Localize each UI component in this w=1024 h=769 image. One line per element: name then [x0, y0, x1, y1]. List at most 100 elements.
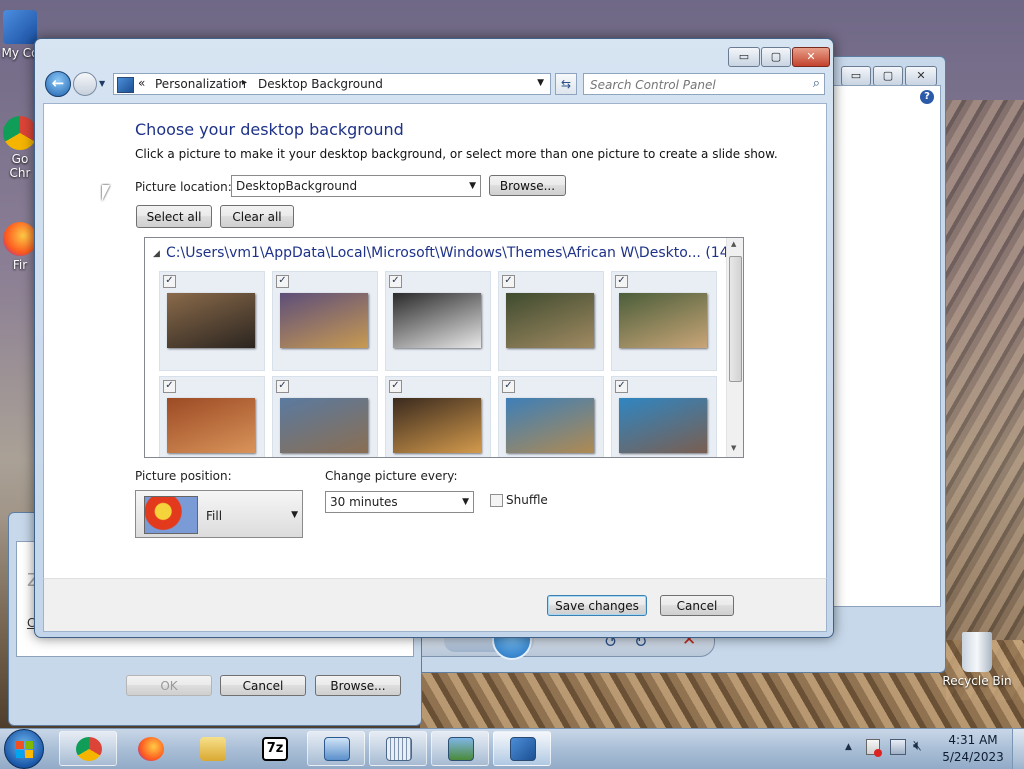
picture-thumbnail-crocodile[interactable]: ✓: [498, 271, 604, 371]
taskbar-photo-viewer[interactable]: [431, 731, 489, 766]
breadcrumb-personalization[interactable]: Personalization: [155, 77, 246, 91]
taskbar-control-panel[interactable]: [493, 731, 551, 766]
picture-checkbox[interactable]: ✓: [163, 380, 176, 393]
picture-checkbox[interactable]: ✓: [502, 275, 515, 288]
search-icon[interactable]: ⌕: [813, 76, 820, 91]
picture-thumbnail-hippo[interactable]: ✓: [611, 376, 717, 457]
breadcrumb-separator-icon[interactable]: ▸: [242, 77, 247, 88]
windows-logo-icon: [16, 750, 24, 758]
position-preview-icon: [144, 496, 198, 534]
shuffle-checkbox[interactable]: [490, 494, 503, 507]
show-desktop-button[interactable]: [1012, 729, 1024, 769]
breadcrumb-desktop-background[interactable]: Desktop Background: [258, 77, 383, 91]
picture-location-select[interactable]: DesktopBackground ▼: [231, 175, 481, 197]
taskbar-chrome[interactable]: [59, 731, 117, 766]
refresh-icon[interactable]: ⇆: [555, 73, 577, 95]
clock-time[interactable]: 4:31 AM: [940, 733, 1006, 747]
windows-logo-icon: [25, 750, 33, 758]
forward-button[interactable]: [73, 72, 97, 96]
back-button[interactable]: ←: [45, 71, 71, 97]
group-header[interactable]: C:\Users\vm1\AppData\Local\Microsoft\Win…: [166, 245, 734, 261]
picture-checkbox[interactable]: ✓: [615, 380, 628, 393]
address-bar[interactable]: « Personalization ▸ Desktop Background ▼: [113, 73, 551, 95]
action-center-icon[interactable]: [866, 739, 882, 757]
change-picture-label: Change picture every:: [325, 469, 458, 483]
7zip-icon: 7z: [262, 737, 288, 761]
close-button[interactable]: ✕: [792, 47, 830, 67]
desktop-icon-label: Recycle Bin: [942, 674, 1012, 688]
scroll-up-icon[interactable]: ▲: [731, 240, 736, 248]
picture-preview: [167, 398, 255, 453]
chevron-down-icon: ▼: [469, 181, 476, 191]
picture-position-label: Picture position:: [135, 469, 232, 483]
picture-thumbnail-elephants[interactable]: ✓: [159, 271, 265, 371]
group-collapse-icon[interactable]: ◢: [153, 249, 160, 259]
taskbar-keyboard[interactable]: [369, 731, 427, 766]
chrome-icon: [76, 737, 102, 761]
recent-pages-chevron-icon[interactable]: ▼: [99, 79, 105, 88]
desktop-icon-label: My Co: [1, 46, 39, 60]
picture-position-select[interactable]: Fill ▼: [135, 490, 303, 538]
search-input[interactable]: [588, 75, 802, 94]
picture-checkbox[interactable]: ✓: [502, 380, 515, 393]
picture-thumbnail-leopard[interactable]: ✓: [159, 376, 265, 457]
picture-preview: [393, 398, 481, 453]
picture-checkbox[interactable]: ✓: [276, 275, 289, 288]
search-box[interactable]: ⌕: [583, 73, 825, 95]
bg-minimize-button[interactable]: ▭: [841, 66, 871, 86]
browse-button[interactable]: Browse...: [489, 175, 566, 196]
desktop-icon-label: Fir: [12, 258, 28, 272]
picture-thumbnail-zebras[interactable]: ✓: [385, 271, 491, 371]
picture-thumbnail-giraffe[interactable]: ✓: [385, 376, 491, 457]
picture-checkbox[interactable]: ✓: [389, 275, 402, 288]
taskbar-7zip[interactable]: 7z: [245, 731, 303, 766]
change-picture-interval-value: 30 minutes: [330, 495, 398, 509]
warning-badge-icon: [874, 749, 882, 757]
address-dropdown-icon[interactable]: ▼: [537, 78, 544, 88]
taskbar-file-explorer[interactable]: [183, 731, 241, 766]
bg-close-button[interactable]: ✕: [905, 66, 937, 86]
bg-ok-button[interactable]: OK: [126, 675, 212, 696]
maximize-button[interactable]: ▢: [761, 47, 791, 67]
select-all-button[interactable]: Select all: [136, 205, 212, 228]
picture-thumbnail-gazelles[interactable]: ✓: [611, 271, 717, 371]
taskbar: 7z ▲ 🔇︎ 4:31 AM 5/24/2023: [0, 728, 1024, 769]
picture-preview: [393, 293, 481, 348]
gallery-scrollbar[interactable]: ▲ ▼: [726, 238, 743, 457]
taskbar-firefox[interactable]: [121, 731, 179, 766]
minimize-button[interactable]: ▭: [728, 47, 760, 67]
clock-date[interactable]: 5/24/2023: [940, 750, 1006, 764]
picture-location-label: Picture location:: [135, 180, 232, 194]
change-picture-interval-select[interactable]: 30 minutes ▼: [325, 491, 474, 513]
scroll-thumb[interactable]: [729, 256, 742, 382]
scroll-down-icon[interactable]: ▼: [731, 444, 736, 452]
picture-checkbox[interactable]: ✓: [615, 275, 628, 288]
chrome-icon: [3, 116, 37, 150]
save-changes-button[interactable]: Save changes: [547, 595, 647, 616]
help-icon[interactable]: ?: [920, 90, 934, 104]
picture-checkbox[interactable]: ✓: [163, 275, 176, 288]
show-hidden-icons-button[interactable]: ▲: [845, 742, 852, 752]
shuffle-label[interactable]: Shuffle: [506, 493, 548, 507]
picture-preview: [619, 398, 707, 453]
picture-checkbox[interactable]: ✓: [276, 380, 289, 393]
bg-browse-button[interactable]: Browse...: [315, 675, 401, 696]
picture-thumbnail-elephant-trunks[interactable]: ✓: [272, 376, 378, 457]
picture-checkbox[interactable]: ✓: [389, 380, 402, 393]
clear-all-button[interactable]: Clear all: [220, 205, 294, 228]
firefox-icon: [3, 222, 37, 256]
picture-thumbnail-cheetah[interactable]: ✓: [272, 271, 378, 371]
picture-gallery[interactable]: ◢ C:\Users\vm1\AppData\Local\Microsoft\W…: [144, 237, 744, 458]
start-button[interactable]: [4, 729, 44, 769]
network-icon[interactable]: [890, 739, 906, 755]
volume-muted-icon[interactable]: 🔇︎: [913, 738, 922, 754]
desktop-icon-recycle-bin[interactable]: Recycle Bin: [942, 632, 1012, 688]
folder-icon: [200, 737, 226, 761]
picture-preview: [280, 398, 368, 453]
bg-maximize-button[interactable]: ▢: [873, 66, 903, 86]
cancel-button[interactable]: Cancel: [660, 595, 734, 616]
picture-thumbnail-hyena[interactable]: ✓: [498, 376, 604, 457]
taskbar-window-1[interactable]: [307, 731, 365, 766]
bg-cancel-button[interactable]: Cancel: [220, 675, 306, 696]
address-overflow-icon[interactable]: «: [138, 76, 145, 90]
